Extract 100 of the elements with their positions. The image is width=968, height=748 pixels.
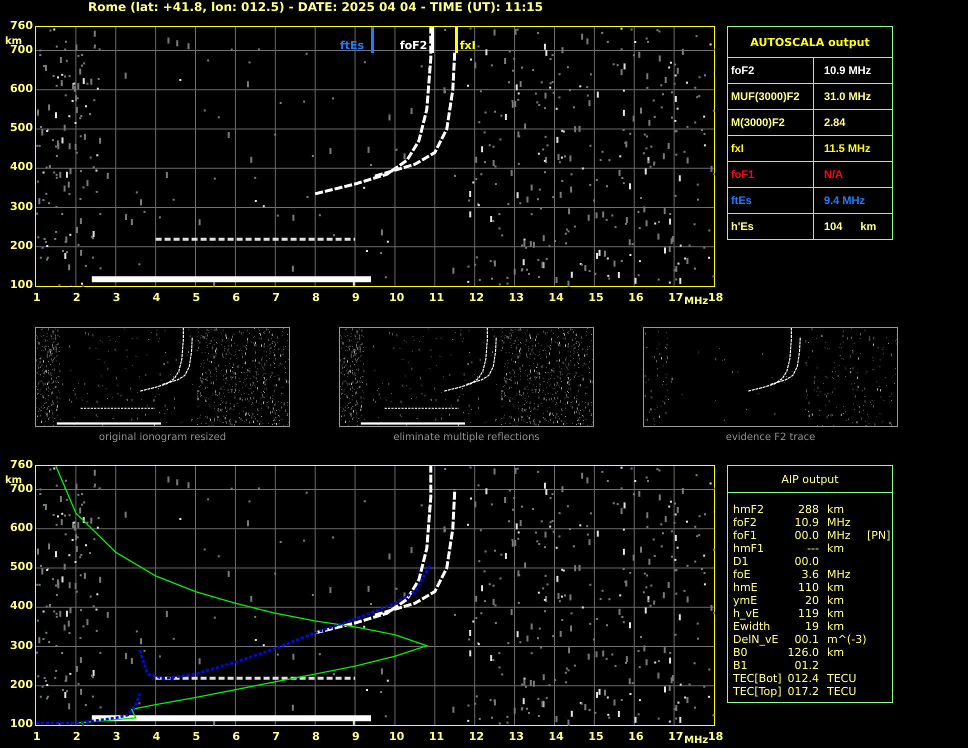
parameter-unit: km	[827, 646, 846, 659]
axis-tick-label: 9	[352, 731, 360, 743]
panel-title: AIP output	[728, 466, 892, 493]
table-cell: 31.0 MHz	[813, 84, 892, 109]
axis-tick-label: 2	[72, 731, 81, 743]
axis-tick-label: 300	[10, 200, 33, 212]
axis-tick-label: 6	[232, 292, 240, 304]
axis-tick-label: 2	[72, 292, 81, 304]
parameter-name: ymE	[733, 594, 758, 607]
axis-tick-label: 16	[628, 292, 644, 304]
axis-tick-label: 15	[588, 292, 604, 304]
axis-tick-label: 5	[192, 292, 200, 304]
axis-tick-label: 11	[428, 292, 444, 304]
parameter-value: 126.0	[786, 646, 819, 659]
window-title: Rome (lat: +41.8, lon: 012.5) - DATE: 2025 04 04 - TIME (UT): 11:15	[87, 0, 544, 14]
axis-unit-label: MHz	[684, 735, 708, 746]
parameter-unit: MHz	[827, 516, 852, 529]
parameter-name: h_vE	[733, 607, 760, 620]
axis-tick-label: 10	[388, 731, 404, 743]
axis-tick-label: 5	[192, 731, 200, 743]
axis-tick-label: 12	[468, 731, 484, 743]
parameter-value: 00.0	[794, 529, 819, 542]
axis-tick-label: 18	[708, 292, 724, 304]
parameter-name: TEC[Bot]	[733, 672, 783, 685]
axis-tick-label: 600	[10, 82, 33, 95]
axis-tick-label: 14	[548, 731, 564, 743]
axis-unit-label: MHz	[684, 296, 708, 307]
axis-tick-label: 9	[352, 292, 360, 304]
axis-tick-label: 11	[428, 731, 444, 743]
axis-tick-label: 16	[628, 731, 644, 743]
parameter-value: 00.0	[794, 555, 819, 568]
axis-tick-label: 300	[10, 640, 33, 652]
marker-label: foF2	[400, 40, 428, 52]
parameter-unit: MHz	[827, 529, 852, 542]
axis-tick-label: 200	[10, 240, 33, 252]
parameter-unit: km	[827, 542, 846, 555]
axis-tick-label: 17	[668, 731, 684, 743]
axis-tick-label: 100	[10, 279, 33, 291]
parameter-unit: km	[827, 594, 846, 607]
axis-tick-label: 200	[10, 678, 33, 691]
axis-tick-label: 760	[10, 459, 33, 471]
parameter-unit: km	[827, 581, 846, 594]
parameter-name: hmE	[733, 581, 759, 594]
parameter-name: foF1	[733, 529, 758, 542]
axis-tick-label: 10	[388, 292, 404, 304]
parameter-name: Ewidth	[733, 620, 772, 633]
table-cell: N/A	[813, 162, 892, 187]
thumbnail-caption: original ionogram resized	[98, 432, 226, 443]
axis-tick-label: 13	[508, 292, 524, 304]
parameter-note: [PN]	[867, 529, 892, 542]
axis-tick-label: 500	[10, 561, 33, 574]
parameter-value: 20	[804, 594, 819, 607]
parameter-name: TEC[Top]	[733, 685, 782, 698]
thumbnail-caption: evidence F2 trace	[726, 432, 816, 443]
table-cell-text: M(3000)F2	[730, 116, 786, 130]
axis-tick-label: 14	[548, 292, 564, 304]
table-cell-text: h'Es	[730, 220, 755, 234]
axis-tick-label: 1	[33, 292, 41, 304]
parameter-unit: TECU	[827, 672, 858, 685]
parameter-unit: km	[827, 607, 846, 620]
parameter-value: 10.9	[794, 516, 819, 529]
parameter-value: 3.6	[800, 568, 819, 581]
parameter-value: 119	[797, 607, 819, 620]
axis-tick-label: 6	[232, 731, 240, 743]
axis-tick-label: 3	[112, 731, 120, 743]
parameter-unit: km	[827, 503, 846, 516]
parameter-name: foF2	[733, 516, 758, 529]
parameter-value: ---	[806, 542, 819, 555]
marker-label: ftEs	[340, 40, 364, 52]
axis-tick-label: 4	[152, 731, 160, 743]
table-cell: 11.5 MHz	[813, 136, 892, 161]
axis-tick-label: 400	[10, 161, 33, 174]
axis-tick-label: 700	[10, 44, 33, 56]
value-text: 104	[824, 220, 842, 232]
parameter-unit: TECU	[827, 685, 858, 698]
unit-text: km	[860, 220, 876, 232]
parameter-unit: km	[827, 620, 846, 633]
parameter-value: 288	[797, 503, 819, 516]
axis-tick-label: 1	[33, 731, 41, 743]
panel-title: AUTOSCALA output	[728, 27, 892, 58]
table-cell-text: foF1	[730, 168, 756, 182]
thumbnail-caption: eliminate multiple reflections	[393, 432, 540, 443]
axis-tick-label: 500	[10, 122, 33, 134]
parameter-value: 012.4	[786, 672, 819, 685]
axis-tick-label: 18	[708, 731, 724, 743]
axis-tick-label: 100	[10, 718, 33, 730]
parameter-unit: m^(-3)	[827, 633, 867, 646]
table-cell-text: foF2	[730, 64, 756, 78]
parameter-name: B1	[733, 659, 749, 672]
axis-tick-label: 13	[508, 731, 524, 743]
axis-tick-label: 3	[112, 292, 120, 304]
table-cell-text: MUF(3000)F2	[730, 90, 800, 104]
axis-tick-label: 12	[468, 292, 484, 304]
axis-tick-label: 600	[10, 522, 33, 534]
parameter-name: hmF2	[733, 503, 766, 516]
parameter-value: 00.1	[794, 633, 819, 646]
table-cell-text: ftEs	[730, 194, 753, 208]
table-cell: 9.4 MHz	[813, 188, 892, 213]
axis-tick-label: 400	[10, 600, 33, 612]
parameter-value: 017.2	[786, 685, 819, 698]
